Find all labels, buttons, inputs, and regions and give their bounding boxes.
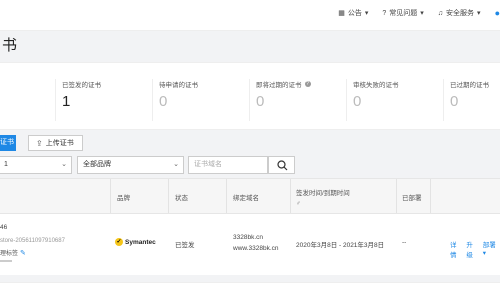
faq-label: 常见问题 xyxy=(389,10,418,17)
info-icon[interactable]: ? xyxy=(304,81,311,87)
stat-label: 已过期的证书 xyxy=(450,82,489,89)
brand-logo: ✓ Symantec xyxy=(115,238,156,246)
upgrade-link[interactable]: 升级 xyxy=(466,239,478,259)
deploy-link[interactable]: 部署 ▾ xyxy=(483,239,500,259)
stat-label: 待申请的证书 xyxy=(159,82,198,89)
type-select[interactable]: 1 ⌄ xyxy=(0,156,72,174)
domain-2: www.3328bk.cn xyxy=(233,245,279,252)
domain-search-input[interactable]: 证书域名 xyxy=(188,156,268,174)
brand-select-value: 全部品牌 xyxy=(83,161,111,168)
tag-link[interactable]: 理标签 ✎ xyxy=(0,248,26,257)
upload-certificate-button[interactable]: ⇪ 上传证书 xyxy=(28,135,83,151)
search-placeholder: 证书域名 xyxy=(194,161,222,168)
top-navigation: ▦ 公告 ▾ ? 常见问题 ▾ ♫ 安全服务 ▾ ● xyxy=(0,0,500,31)
header-status: 状态 xyxy=(175,195,188,202)
header-issue-date: 签发时间/到期时间 xyxy=(296,190,350,197)
column-divider xyxy=(430,179,431,213)
column-divider xyxy=(396,179,397,213)
purchase-certificate-button[interactable]: 证书 xyxy=(0,135,16,151)
stat-value: 0 xyxy=(450,93,459,110)
chevron-down-icon: ▾ xyxy=(477,10,481,17)
help-icon: ? xyxy=(382,9,387,17)
stat-label-row: 即将过期的证书 ? xyxy=(256,79,311,89)
stats-panel: 已签发的证书 1 待申请的证书 0 即将过期的证书 ? 0 审核失败的证书 0 … xyxy=(0,62,500,130)
announcements-label: 公告 xyxy=(347,10,362,17)
column-divider xyxy=(110,179,111,213)
details-link[interactable]: 详情 xyxy=(450,239,462,259)
announcements-link[interactable]: ▦ 公告 ▾ xyxy=(338,8,368,18)
certificate-id: 46 xyxy=(0,224,8,231)
upload-label: 上传证书 xyxy=(45,139,74,147)
chevron-down-icon: ▾ xyxy=(420,10,424,17)
status-text: 已签发 xyxy=(175,242,195,249)
placeholder-bar xyxy=(0,260,12,262)
stat-issued[interactable]: 已签发的证书 1 xyxy=(55,79,101,121)
more-link[interactable]: ● xyxy=(495,8,500,18)
edit-icon[interactable]: ✎ xyxy=(20,250,26,257)
security-label: 安全服务 xyxy=(446,10,475,17)
upload-icon: ⇪ xyxy=(36,138,43,148)
faq-link[interactable]: ? 常见问题 ▾ xyxy=(382,8,423,18)
header-deployed: 已部署 xyxy=(402,195,422,202)
stat-label: 已签发的证书 xyxy=(62,82,101,89)
brand-name: Symantec xyxy=(125,238,156,246)
table-row: 46 store-205611097910687 理标签 ✎ ✓ Symantec… xyxy=(0,214,500,274)
search-button[interactable] xyxy=(268,156,295,174)
stat-failed[interactable]: 审核失败的证书 0 xyxy=(346,79,399,121)
search-icon xyxy=(277,160,288,171)
sort-icon[interactable]: ♂ xyxy=(296,201,301,207)
deployed-status: -- xyxy=(402,239,407,246)
tag-label: 理标签 xyxy=(0,251,19,257)
grid-icon: ▦ xyxy=(338,10,345,17)
stat-value: 0 xyxy=(159,93,168,110)
brand-select[interactable]: 全部品牌 ⌄ xyxy=(77,156,184,174)
stat-label: 审核失败的证书 xyxy=(353,82,399,89)
stat-expiring[interactable]: 即将过期的证书 ? 0 xyxy=(249,79,311,121)
top-nav-links: ▦ 公告 ▾ ? 常见问题 ▾ ♫ 安全服务 ▾ ● xyxy=(338,8,500,18)
stat-value: 0 xyxy=(353,93,362,110)
stat-label: 即将过期的证书 xyxy=(256,82,302,89)
certificate-instance-id: store-205611097910687 xyxy=(0,238,65,244)
checkmark-icon: ✓ xyxy=(115,238,123,246)
chevron-down-icon: ⌄ xyxy=(173,161,179,168)
deploy-label: 部署 xyxy=(482,242,496,249)
chevron-down-icon: ⌄ xyxy=(61,161,67,168)
domain-1: 3328bk.cn xyxy=(233,234,263,241)
chevron-down-icon: ▾ xyxy=(364,10,369,17)
column-divider xyxy=(226,179,227,213)
column-divider xyxy=(168,179,169,213)
stat-expired[interactable]: 已过期的证书 0 xyxy=(443,79,489,121)
more-icon: ● xyxy=(494,8,500,18)
table-header: 品牌 状态 绑定域名 签发时间/到期时间 ♂ 已部署 xyxy=(0,179,500,214)
stat-value: 1 xyxy=(62,93,71,110)
column-divider xyxy=(290,179,291,213)
type-select-value: 1 xyxy=(4,161,8,168)
header-brand: 品牌 xyxy=(117,195,130,202)
bottom-area xyxy=(0,282,500,301)
security-link[interactable]: ♫ 安全服务 ▾ xyxy=(438,8,481,18)
stat-pending[interactable]: 待申请的证书 0 xyxy=(152,79,198,121)
date-range: 2020年3月8日 - 2021年3月8日 xyxy=(296,242,385,249)
stat-value: 0 xyxy=(256,93,265,110)
header-domain: 绑定域名 xyxy=(233,195,259,202)
page-title: 书 xyxy=(2,37,18,54)
row-actions: 详情 升级 部署 ▾ xyxy=(450,239,500,259)
headset-icon: ♫ xyxy=(437,9,444,17)
certificate-table: 品牌 状态 绑定域名 签发时间/到期时间 ♂ 已部署 46 store-2056… xyxy=(0,178,500,275)
